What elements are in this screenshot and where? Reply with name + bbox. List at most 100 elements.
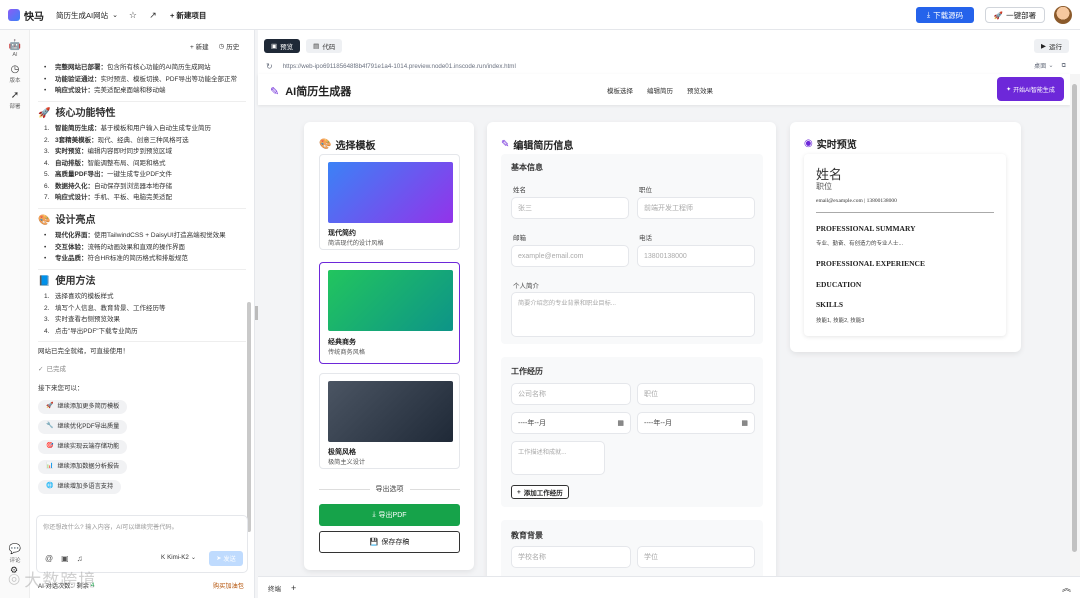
avatar[interactable] xyxy=(1054,6,1072,24)
company-input[interactable]: 公司名称 xyxy=(511,383,631,405)
buy-quota-link[interactable]: 购买加油包 xyxy=(213,581,244,590)
share-icon[interactable]: ↗ xyxy=(146,8,160,22)
suggestion-chip[interactable]: 🔧 继续优化PDF导出质量 xyxy=(38,419,128,434)
play-icon: ▶ xyxy=(1041,43,1046,50)
list-marker: • xyxy=(44,64,47,71)
resume-position: 职位 xyxy=(816,182,832,191)
edit-icon: ✎ xyxy=(501,139,510,150)
template-minimal[interactable]: 极简风格 极简主义设计 xyxy=(319,373,460,469)
at-icon[interactable]: @ xyxy=(45,554,53,563)
export-pdf-button[interactable]: ⤓ 导出PDF xyxy=(319,504,460,526)
list-marker: 4. xyxy=(44,159,50,167)
summary-textarea[interactable]: 简要介绍您的专业背景和职业目标... xyxy=(511,292,755,337)
calendar-icon[interactable]: ▦ xyxy=(617,419,624,427)
list-marker: 6. xyxy=(44,182,50,190)
resume-summary: 专业、勤奋、有创造力的专业人士... xyxy=(816,241,904,247)
start-ai-button[interactable]: ✦ 开始AI智能生成 xyxy=(997,77,1064,101)
suggestion-chip[interactable]: 📊 继续添加数据分析报告 xyxy=(38,459,128,474)
start-month-input[interactable]: ----年--月 ▦ xyxy=(511,412,631,434)
chat-scrollbar[interactable] xyxy=(247,302,251,532)
calendar-icon[interactable]: ▦ xyxy=(741,419,748,427)
refresh-icon[interactable]: ↻ xyxy=(266,62,273,71)
phone-input[interactable]: 13800138000 xyxy=(637,245,755,267)
list-text: 选择喜欢的模板样式 xyxy=(55,293,114,300)
resume-summary-heading: PROFESSIONAL SUMMARY xyxy=(816,224,916,233)
watermark-icon: ◎ xyxy=(8,570,21,586)
robot-icon: 🤖 xyxy=(8,40,22,51)
nav-preview[interactable]: 预览效果 xyxy=(687,85,713,95)
url-text[interactable]: https://web-ipo691185648f8b4f791e1a4-101… xyxy=(283,63,516,70)
top-bar: 快马 简历生成AI网站 ⌄ ☆ ↗ + 新建项目 ⤓ 下载源码 🚀 一键部署 xyxy=(0,0,1080,30)
rail-item-comment[interactable]: 💬 评论 xyxy=(0,544,30,564)
name-input[interactable]: 张三 xyxy=(511,197,629,219)
star-icon[interactable]: ☆ xyxy=(126,8,140,22)
app-header: ✎ AI简历生成器 模板选择 编辑简历 预览效果 xyxy=(258,74,1070,105)
end-month-input[interactable]: ----年--月 ▦ xyxy=(637,412,755,434)
nav-edit[interactable]: 编辑简历 xyxy=(647,85,673,95)
list-marker: 3. xyxy=(44,316,50,323)
school-input[interactable]: 学校名称 xyxy=(511,546,631,568)
list-item-bold: 自动排版： xyxy=(55,159,88,167)
deploy-button[interactable]: 🚀 一键部署 xyxy=(985,7,1045,23)
preview-scrollbar[interactable] xyxy=(1070,74,1080,576)
list-text: 自动排版：智能调整布局、间距和格式 xyxy=(55,158,166,170)
device-select[interactable]: 桌面 ⌄ ⧉ xyxy=(1034,61,1066,71)
rail-item-ai[interactable]: 🤖 AI xyxy=(0,40,30,58)
suggestion-label: 继续优化PDF导出质量 xyxy=(57,422,120,430)
template-modern[interactable]: 现代简约 简洁现代的设计风格 xyxy=(319,154,460,250)
work-desc-textarea[interactable]: 工作描述和成就... xyxy=(511,441,605,475)
list-text: 现代化界面：使用TailwindCSS + DaisyUI打造高端视觉效果 xyxy=(55,230,226,242)
rail-item-deploy[interactable]: ➚ 部署 xyxy=(0,90,30,110)
suggestion-chip[interactable]: 🌐 继续增加多语言支持 xyxy=(38,479,122,494)
list-item: 1. 选择喜欢的模板样式 xyxy=(44,291,246,303)
suggestion-list: 🚀 继续添加更多简历模板 🔧 继续优化PDF导出质量 🎯 继续实现云端存储功能 📊 继续添加数… xyxy=(38,397,246,497)
list-item-text: 流畅的动画效果和直观的操作界面 xyxy=(87,243,186,251)
download-icon: ⤓ xyxy=(372,511,376,518)
rail-item-version[interactable]: ◷ 版本 xyxy=(0,64,30,84)
chevron-down-icon: ⌄ xyxy=(190,554,196,561)
list-marker: 7. xyxy=(44,194,50,201)
add-terminal-button[interactable]: + xyxy=(291,583,296,593)
email-input[interactable]: example@email.com xyxy=(511,245,629,267)
save-draft-button[interactable]: 💾 保存存稿 xyxy=(319,531,460,553)
suggestion-label: 继续添加数据分析报告 xyxy=(57,462,120,470)
list-item-text: 编辑内容即时同步到预览区域 xyxy=(87,148,173,155)
list-text: 专业品质：符合HR标准的简历格式和排版规范 xyxy=(55,253,188,265)
run-button[interactable]: ▶ 运行 xyxy=(1034,39,1069,53)
model-select[interactable]: K Kimi-K2 ⌄ xyxy=(161,554,196,561)
tab-code[interactable]: ▤ 代码 xyxy=(306,39,343,53)
list-item-text: 包含所有核心功能的AI简历生成网站 xyxy=(107,64,211,71)
image-icon[interactable]: ▣ xyxy=(61,554,69,563)
template-swatch xyxy=(328,381,453,442)
list-item-text: 符合HR标准的简历格式和排版规范 xyxy=(87,255,188,262)
suggestion-chip[interactable]: 🚀 继续添加更多简历模板 xyxy=(38,399,128,414)
chevron-down-icon[interactable]: ⌄ xyxy=(112,11,118,19)
preview-card: ◉ 实时预览 姓名 职位 email@example.com | 13800138… xyxy=(790,122,1021,352)
list-item-text: 实时预览、模板切换、PDF导出等功能全部正常 xyxy=(100,75,238,83)
project-name[interactable]: 简历生成AI网站 xyxy=(56,10,108,21)
degree-input[interactable]: 学位 xyxy=(637,546,755,568)
tab-preview[interactable]: ▣ 预览 xyxy=(264,39,301,53)
template-classic[interactable]: 经典商务 传统商务风格 xyxy=(319,262,460,364)
terminal-tab[interactable]: 终端 xyxy=(268,583,281,593)
education-section: 教育背景 学校名称 学位 xyxy=(501,520,763,582)
external-link-icon[interactable]: ⧉ xyxy=(1062,62,1066,70)
new-project-button[interactable]: + 新建项目 xyxy=(170,10,206,21)
add-work-button[interactable]: + 添加工作经历 xyxy=(511,485,569,499)
nav-templates[interactable]: 模板选择 xyxy=(607,85,633,95)
chat-input[interactable]: 你还想改什么? 输入内容，AI可以继续完善代码。 xyxy=(43,522,178,531)
send-button[interactable]: ➤ 发送 xyxy=(209,551,243,566)
job-title-input[interactable]: 职位 xyxy=(637,383,755,405)
template-swatch xyxy=(328,270,453,331)
send-icon: ➤ xyxy=(216,555,222,562)
suggestion-icon: 📊 xyxy=(46,462,54,469)
rocket-icon: 🚀 xyxy=(993,10,1004,20)
download-button[interactable]: ⤓ 下载源码 xyxy=(916,7,974,23)
list-marker: • xyxy=(44,232,47,239)
history-button[interactable]: ◷ 历史 xyxy=(219,41,240,51)
new-chat-button[interactable]: + 新建 xyxy=(190,41,209,51)
voice-icon[interactable]: ♫ xyxy=(77,554,83,563)
position-input[interactable]: 前端开发工程师 xyxy=(637,197,755,219)
expand-icon[interactable]: ︽ xyxy=(1062,581,1071,594)
suggestion-chip[interactable]: 🎯 继续实现云端存储功能 xyxy=(38,439,128,454)
